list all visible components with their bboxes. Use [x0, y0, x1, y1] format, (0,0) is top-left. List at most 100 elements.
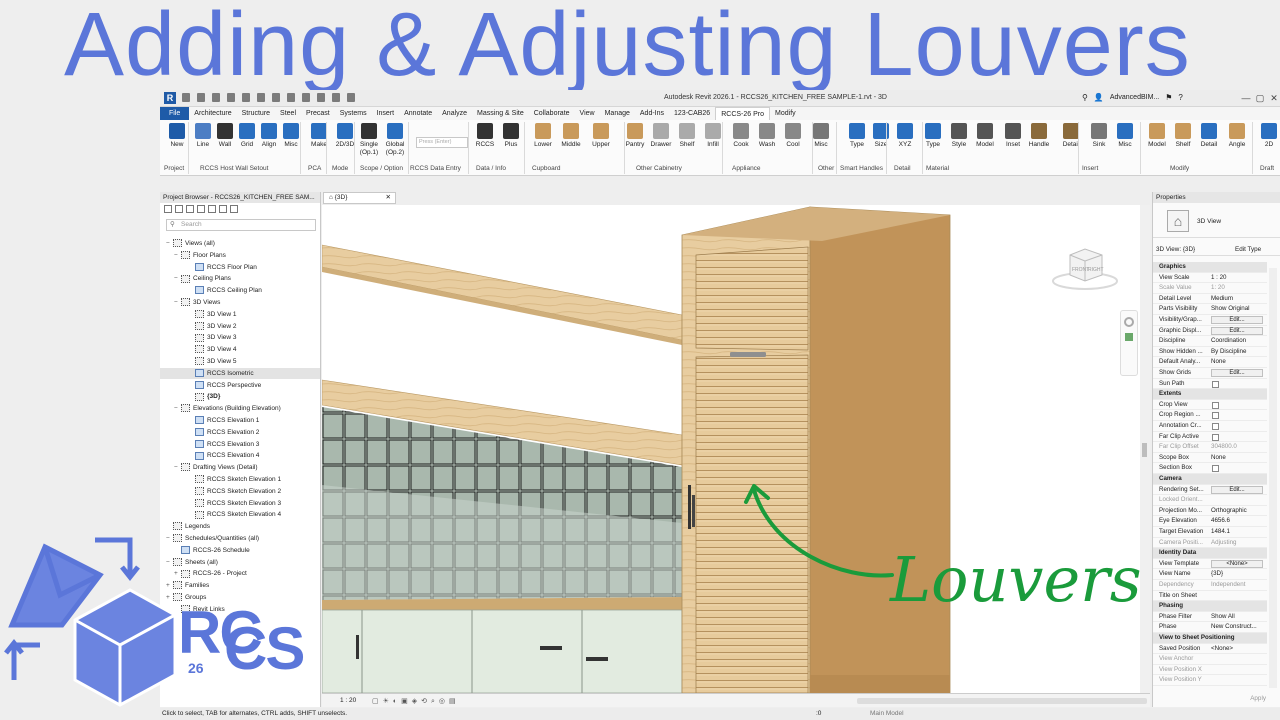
property-value[interactable]: 1484.1	[1211, 527, 1230, 538]
undo-icon[interactable]	[227, 93, 235, 102]
tab-add-ins[interactable]: Add-Ins	[635, 107, 669, 120]
view-control-icons[interactable]: ▢☀◐▣◈⟲⌕◎▤	[372, 697, 460, 706]
tree-item[interactable]: RCCS Ceiling Plan	[160, 285, 320, 296]
tab-precast[interactable]: Precast	[301, 107, 335, 120]
properties-section[interactable]: View to Sheet Positioning	[1153, 633, 1267, 644]
tab-annotate[interactable]: Annotate	[399, 107, 437, 120]
save-icon[interactable]	[197, 93, 205, 102]
help-icon[interactable]: ?	[1178, 93, 1182, 102]
measure-icon[interactable]	[272, 93, 280, 102]
tree-item[interactable]: 3D View 3	[160, 332, 320, 343]
tree-item[interactable]: 3D View 1	[160, 309, 320, 320]
tab-file[interactable]: File	[160, 107, 190, 120]
close-tab-icon[interactable]: ✕	[386, 193, 391, 203]
tree-item[interactable]: RCCS Sketch Elevation 4	[160, 509, 320, 520]
user-icon[interactable]: 👤	[1094, 93, 1104, 102]
close-button[interactable]: ✕	[1264, 92, 1280, 104]
property-checkbox[interactable]	[1212, 401, 1219, 409]
tree-item[interactable]: {3D}	[160, 391, 320, 402]
edit-button[interactable]: Edit...	[1211, 369, 1263, 377]
ribbon-button-type-26[interactable]: Type	[920, 123, 946, 165]
horizontal-scrollbar[interactable]	[857, 698, 1147, 704]
tab-structure[interactable]: Structure	[237, 107, 275, 120]
ribbon-button-new-0[interactable]: New	[164, 123, 190, 165]
edit-button[interactable]: <None>	[1211, 559, 1263, 568]
tree-item[interactable]: RCCS Elevation 4	[160, 450, 320, 461]
tree-toggle-icon[interactable]: −	[174, 462, 181, 473]
print-icon[interactable]	[257, 93, 265, 102]
property-value[interactable]: {3D}	[1211, 569, 1223, 580]
sheet-icon[interactable]	[208, 205, 216, 213]
zoom-icon[interactable]	[1125, 333, 1133, 341]
property-value[interactable]: 1 : 20	[1211, 273, 1226, 284]
property-value[interactable]: 1: 20	[1211, 283, 1225, 294]
properties-section[interactable]: Phasing	[1153, 601, 1267, 612]
main-model[interactable]: Main Model	[870, 708, 904, 720]
tree-toggle-icon[interactable]: −	[166, 238, 173, 249]
ribbon-button-detail-36[interactable]: Detail	[1196, 123, 1222, 165]
ribbon-button-shelf-35[interactable]: Shelf	[1170, 123, 1196, 165]
ribbon-button-wash-20[interactable]: Wash	[754, 123, 780, 165]
sync-icon[interactable]	[212, 93, 220, 102]
tab-manage[interactable]: Manage	[600, 107, 635, 120]
dimension-icon[interactable]	[287, 93, 295, 102]
tree-item[interactable]: RCCS Elevation 2	[160, 427, 320, 438]
tab-systems[interactable]: Systems	[335, 107, 372, 120]
viewcube-front[interactable]: FRONT	[1072, 267, 1089, 273]
properties-section[interactable]: Identity Data	[1153, 548, 1267, 559]
property-value[interactable]: Independent	[1211, 580, 1245, 591]
ribbon-button-handle-30[interactable]: Handle	[1026, 123, 1052, 165]
tab-collaborate[interactable]: Collaborate	[529, 107, 575, 120]
ribbon-button-cool-21[interactable]: Cool	[780, 123, 806, 165]
tab-steel[interactable]: Steel	[275, 107, 301, 120]
table-icon[interactable]	[197, 205, 205, 213]
property-value[interactable]: Orthographic	[1211, 506, 1247, 517]
tab-view[interactable]: View	[575, 107, 600, 120]
tab-analyze[interactable]: Analyze	[437, 107, 472, 120]
binoculars-icon[interactable]: ⚲	[1082, 93, 1088, 102]
viewcube-right[interactable]: RIGHT	[1088, 267, 1104, 273]
ribbon-button-2d-38[interactable]: 2D	[1256, 123, 1280, 165]
tree-item[interactable]: − Drafting Views (Detail)	[160, 462, 320, 473]
tree-toggle-icon[interactable]: −	[174, 297, 181, 308]
tag-icon[interactable]	[302, 93, 310, 102]
ribbon-button-plus-11[interactable]: Plus	[498, 123, 524, 165]
ribbon-button-style-27[interactable]: Style	[946, 123, 972, 165]
property-value[interactable]: New Construct...	[1211, 622, 1257, 633]
property-checkbox[interactable]	[1212, 412, 1219, 420]
tree-item[interactable]: RCCS Sketch Elevation 1	[160, 474, 320, 485]
tab-massing-site[interactable]: Massing & Site	[472, 107, 529, 120]
tree-item[interactable]: RCCS Sketch Elevation 2	[160, 486, 320, 497]
property-value[interactable]: None	[1211, 357, 1226, 368]
ribbon-button-detail-31[interactable]: Detail	[1058, 123, 1084, 165]
property-value[interactable]: None	[1211, 453, 1226, 464]
ribbon-button-xyz-25[interactable]: XYZ	[892, 123, 918, 165]
ribbon-button-inset-29[interactable]: Inset	[1000, 123, 1026, 165]
property-checkbox[interactable]	[1212, 465, 1219, 473]
link-icon[interactable]	[230, 205, 238, 213]
tree-item[interactable]: 3D View 2	[160, 321, 320, 332]
tree-item[interactable]: − Views (all)	[160, 238, 320, 249]
property-value[interactable]: By Discipline	[1211, 347, 1246, 358]
tree-item[interactable]: RCCS Isometric	[160, 367, 320, 379]
ribbon-button-lower-12[interactable]: Lower	[530, 123, 556, 165]
tab-modify[interactable]: Modify	[770, 107, 801, 120]
property-value[interactable]: 4656.6	[1211, 516, 1230, 527]
project-browser-search[interactable]: ⚲ Search	[166, 219, 316, 231]
property-value[interactable]: <None>	[1211, 644, 1233, 655]
house-icon[interactable]	[164, 205, 172, 213]
edit-button[interactable]: Edit...	[1211, 485, 1263, 494]
properties-section[interactable]: Graphics	[1153, 262, 1267, 273]
tab-architecture[interactable]: Architecture	[189, 107, 236, 120]
tree-item[interactable]: 3D View 5	[160, 356, 320, 367]
tab-insert[interactable]: Insert	[372, 107, 400, 120]
type-selector[interactable]: ⌂ 3D View	[1153, 204, 1280, 238]
ribbon-button-make-6[interactable]: Make	[306, 123, 332, 165]
tab-123-cab26[interactable]: 123-CAB26	[669, 107, 715, 120]
tree-toggle-icon[interactable]: −	[174, 273, 181, 284]
cart-icon[interactable]: ⚑	[1165, 93, 1172, 102]
ribbon-button-misc-33[interactable]: Misc	[1112, 123, 1138, 165]
property-checkbox[interactable]	[1212, 380, 1219, 388]
family-icon[interactable]	[219, 205, 227, 213]
tree-item[interactable]: RCCS Sketch Elevation 3	[160, 498, 320, 509]
